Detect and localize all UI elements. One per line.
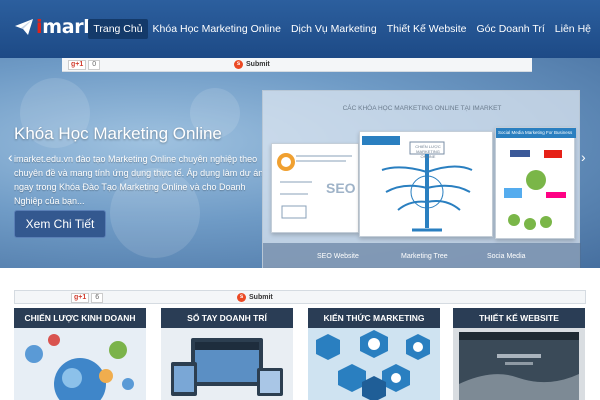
stumbleupon-icon: s	[237, 293, 246, 302]
share-bar-bottom: g+1 6 s Submit	[14, 290, 586, 304]
nav-contact[interactable]: Liên Hệ	[550, 19, 596, 39]
caption-marketing-tree: Marketing Tree	[401, 253, 448, 260]
showcase-title: CÁC KHÓA HỌC MARKETING ONLINE TẠI IMARKE…	[342, 105, 502, 112]
stumbleupon-icon: s	[234, 60, 243, 69]
stumbleupon-submit-bottom[interactable]: s Submit	[237, 293, 273, 302]
caption-social-media: Socia Media	[487, 253, 526, 260]
tile-title: THIẾT KẾ WEBSITE	[453, 308, 585, 328]
gplus-button[interactable]: g+1 0	[68, 60, 101, 70]
tile-business-strategy[interactable]: CHIẾN LƯỢC KINH DOANH	[14, 308, 146, 400]
slider-prev-arrow[interactable]: ‹	[8, 150, 13, 164]
marketing-tree-label: CHIẾN LƯỢC MARKETING ONLINE	[415, 144, 441, 159]
social-card-label: Social Media Marketing For Business	[498, 130, 573, 135]
tile-web-design[interactable]: THIẾT KẾ WEBSITE	[453, 308, 585, 400]
tile-title: CHIẾN LƯỢC KINH DOANH	[14, 308, 146, 328]
devices-mockup-image	[161, 328, 293, 400]
nav-marketing-course[interactable]: Khóa Học Marketing Online	[148, 19, 286, 39]
tile-title: KIẾN THỨC MARKETING ONLINE	[308, 308, 440, 343]
social-media-card: Social Media Marketing For Business	[495, 127, 576, 239]
tile-business-handbook[interactable]: SỔ TAY DOANH TRÍ	[161, 308, 293, 400]
stumbleupon-submit[interactable]: s Submit	[234, 60, 270, 69]
hero-description: imarket.edu.vn đào tạo Marketing Online …	[14, 154, 264, 206]
nav-web-design[interactable]: Thiết Kế Website	[382, 19, 472, 39]
view-details-button[interactable]: Xem Chi Tiết	[14, 210, 106, 238]
course-showcase-image: CÁC KHÓA HỌC MARKETING ONLINE TẠI IMARKE…	[262, 90, 581, 268]
site-header: imarket Trang Chủ Khóa Học Marketing Onl…	[0, 0, 600, 58]
seo-label: SEO	[326, 180, 356, 196]
share-bar: g+1 0 s Submit	[62, 58, 532, 72]
tile-marketing-knowledge[interactable]: KIẾN THỨC MARKETING ONLINE	[308, 308, 440, 400]
hero-slider: g+1 0 s Submit ‹ › Khóa Học Marketing Onli…	[0, 58, 600, 268]
gplus-button-bottom[interactable]: g+1 6	[71, 293, 104, 303]
featured-categories: g+1 6 s Submit CHIẾN LƯỢC KINH DOANH SỔ TA…	[0, 268, 600, 400]
slider-next-arrow[interactable]: ›	[581, 150, 586, 164]
showcase-caption-strip: SEO Website Marketing Tree Socia Media	[263, 243, 581, 268]
hero-title: Khóa Học Marketing Online	[14, 124, 222, 143]
tile-title: SỔ TAY DOANH TRÍ	[161, 308, 293, 328]
marketing-tree-card: CHIẾN LƯỢC MARKETING ONLINE	[359, 131, 493, 237]
nav-home[interactable]: Trang Chủ	[88, 19, 148, 39]
social-media-diagram	[504, 150, 566, 230]
seo-card: SEO	[271, 143, 359, 233]
globe-network-image	[14, 328, 146, 400]
main-nav: Trang Chủ Khóa Học Marketing Online Dịch…	[88, 19, 596, 39]
website-template-image	[453, 328, 585, 400]
caption-seo-website: SEO Website	[317, 253, 359, 260]
nav-marketing-service[interactable]: Dịch Vụ Marketing	[286, 19, 382, 39]
paper-plane-icon	[15, 19, 33, 35]
social-hexagons-image	[308, 328, 440, 400]
nav-business-corner[interactable]: Góc Doanh Trí	[472, 19, 550, 39]
